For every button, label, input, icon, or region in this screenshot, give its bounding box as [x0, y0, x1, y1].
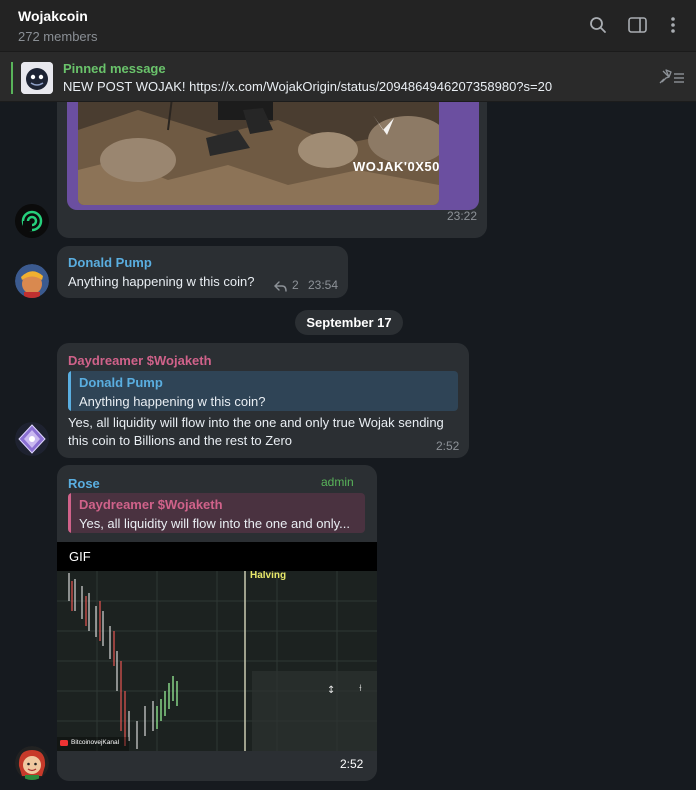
post-image[interactable]: WOJAK'0X50 — [78, 102, 439, 205]
image-caption: WOJAK'0X50 — [353, 159, 439, 174]
gif-label: GIF — [69, 549, 91, 564]
message-bubble[interactable]: Rose admin Daydreamer $Wojaketh Yes, all… — [57, 465, 377, 781]
sender-name[interactable]: Daydreamer $Wojaketh — [68, 353, 212, 368]
avatar[interactable] — [15, 204, 49, 238]
message-time: 23:22 — [447, 209, 478, 223]
reply-text: Yes, all liquidity will flow into the on… — [79, 516, 350, 531]
pinned-thumbnail — [21, 62, 53, 94]
svg-text:⟊: ⟊ — [359, 683, 362, 694]
pinned-text[interactable]: NEW POST WOJAK! https://x.com/WojakOrigi… — [63, 79, 552, 94]
member-count: 272 members — [18, 29, 98, 44]
pin-list-icon[interactable] — [658, 69, 686, 90]
reply-count[interactable]: 2 — [292, 278, 299, 292]
pinned-message-bar[interactable]: Pinned message NEW POST WOJAK! https://x… — [0, 52, 696, 102]
message-bubble[interactable]: Daydreamer $Wojaketh Donald Pump Anythin… — [57, 343, 469, 458]
sender-name[interactable]: Rose — [68, 476, 100, 491]
gif-media[interactable]: ↕ ⟊ Halving BitcoinovejKanal — [57, 571, 377, 751]
message-bubble[interactable]: Donald Pump Anything happening w this co… — [57, 246, 348, 298]
message-time: 23:54 — [308, 278, 339, 292]
sender-name[interactable]: Donald Pump — [68, 255, 152, 270]
message-text-line-2: this coin to Billions and the rest to Ze… — [68, 433, 293, 448]
reply-name: Daydreamer $Wojaketh — [79, 497, 223, 512]
search-icon[interactable] — [587, 14, 609, 36]
gif-annotation: Halving — [250, 571, 287, 581]
reply-arrow-icon[interactable] — [274, 279, 287, 297]
reply-preview[interactable]: Donald Pump Anything happening w this co… — [68, 371, 458, 411]
pinned-accent-bar — [11, 62, 13, 94]
avatar[interactable] — [15, 422, 49, 456]
reply-name: Donald Pump — [79, 375, 163, 390]
message-text-line-1: Yes, all liquidity will flow into the on… — [68, 415, 444, 430]
chat-header[interactable]: Wojakcoin 272 members — [0, 0, 696, 52]
reply-preview[interactable]: Daydreamer $Wojaketh Yes, all liquidity … — [68, 493, 365, 533]
message-time: 2:52 — [436, 439, 460, 453]
gif-watermark: BitcoinovejKanal — [71, 739, 120, 746]
avatar[interactable] — [15, 746, 49, 780]
message-list[interactable]: WOJAK'0X50 23:22 Donald Pump Anything ha… — [0, 102, 696, 790]
more-vertical-icon[interactable] — [662, 14, 684, 36]
reply-text: Anything happening w this coin? — [79, 394, 266, 409]
admin-badge: admin — [321, 475, 354, 489]
svg-text:↕: ↕ — [327, 685, 335, 696]
avatar[interactable] — [15, 264, 49, 298]
message-text: Anything happening w this coin? — [68, 274, 255, 289]
reply-accent — [68, 493, 71, 533]
sidebar-toggle-icon[interactable] — [626, 14, 648, 36]
chat-title[interactable]: Wojakcoin — [18, 8, 88, 24]
gif-header: GIF — [57, 542, 377, 571]
date-separator: September 17 — [295, 310, 403, 335]
message-bubble[interactable]: WOJAK'0X50 23:22 — [57, 102, 487, 238]
message-time: 2:52 — [340, 757, 364, 771]
pinned-label: Pinned message — [63, 61, 166, 76]
reply-accent — [68, 371, 71, 411]
